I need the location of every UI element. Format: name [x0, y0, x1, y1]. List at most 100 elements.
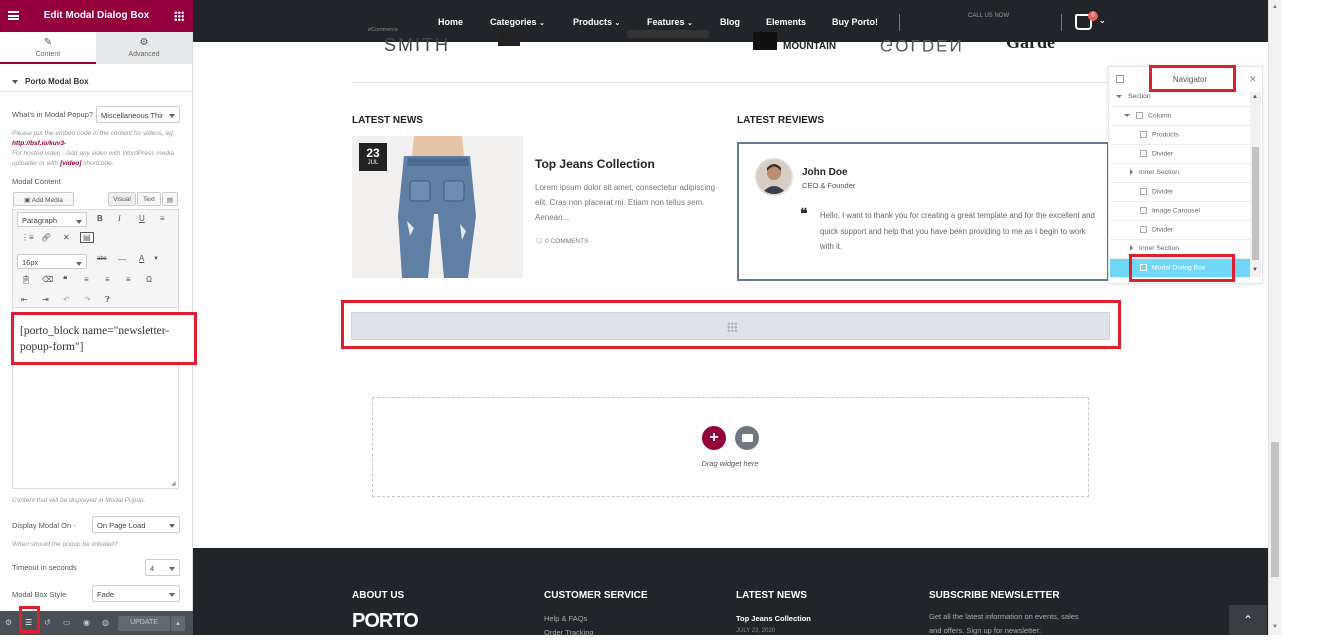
collapse-all-icon[interactable] — [1116, 75, 1124, 83]
navigator-item-divider[interactable]: Divider — [1110, 183, 1250, 202]
section-toggle-porto-modal-box[interactable]: Porto Modal Box — [0, 70, 193, 92]
review-text: Hello, I want to thank you for creating … — [820, 211, 1095, 251]
navigator-item-column[interactable]: Column — [1110, 107, 1250, 126]
align-center-icon[interactable]: ≡ — [105, 275, 110, 284]
person-icon — [757, 160, 791, 194]
scroll-up-arrow-icon[interactable]: ▲ — [1272, 4, 1278, 10]
nav-elements[interactable]: Elements — [766, 17, 806, 27]
box-style-select[interactable]: Fade — [92, 585, 180, 602]
brand-mountain[interactable]: MOUNTAIN — [783, 41, 836, 52]
news-title[interactable]: Top Jeans Collection — [535, 157, 655, 171]
brand-garde[interactable]: Garde — [1006, 32, 1055, 53]
italic-icon[interactable]: I — [118, 214, 121, 223]
navigator-item-image-carousel[interactable]: Image Carousel — [1110, 202, 1250, 221]
tab-advanced[interactable]: ⚙ Advanced — [96, 32, 192, 64]
brand-smith[interactable]: SMITH — [384, 35, 450, 55]
brand-golden[interactable]: GOLDEN — [880, 35, 964, 55]
color-dropdown-icon[interactable]: ▼ — [153, 256, 159, 262]
align-left-icon[interactable]: ≡ — [84, 275, 89, 284]
shortcode-text[interactable]: [porto_block name="newsletter-popup-form… — [20, 323, 190, 355]
footer-link-help[interactable]: Help & FAQs — [544, 612, 587, 626]
nav-features[interactable]: Features ⌄ — [647, 17, 693, 27]
nav-products[interactable]: Products ⌄ — [573, 17, 620, 27]
content-note: Content that will be displayed in Modal … — [12, 497, 146, 504]
strikethrough-icon[interactable]: abc — [97, 256, 107, 262]
special-char-icon[interactable]: Ω — [146, 275, 152, 284]
navigator-item-products[interactable]: Products — [1110, 126, 1250, 145]
font-size-select[interactable]: 16px — [17, 254, 87, 269]
navigator-scrollbar-thumb[interactable] — [1252, 147, 1259, 260]
scroll-down-arrow-icon[interactable]: ▼ — [1272, 624, 1278, 630]
kitchen-sink-icon[interactable]: ▤ — [80, 232, 94, 243]
caret-right-icon — [1130, 245, 1133, 252]
navigator-item-section[interactable]: Section — [1110, 88, 1250, 107]
text-tab[interactable]: Text — [137, 192, 161, 206]
modal-popup-select[interactable]: Miscellaneous Thir — [96, 106, 180, 123]
ordered-list-icon[interactable]: ⋮≡ — [21, 233, 34, 242]
editor-panel: Edit Modal Dialog Box ✎ Content ⚙ Advanc… — [0, 0, 197, 635]
paragraph-format-select[interactable]: Paragraph — [17, 212, 87, 227]
update-button[interactable]: UPDATE — [118, 616, 170, 631]
close-icon[interactable]: ✕ — [1249, 74, 1257, 85]
nav-home[interactable]: Home — [438, 17, 463, 27]
navigator-button-highlight — [19, 606, 40, 633]
clear-format-icon[interactable]: ⌫ — [42, 275, 53, 284]
scrollbar-thumb[interactable] — [1271, 442, 1279, 577]
navigator-item-divider[interactable]: Divider — [1110, 145, 1250, 164]
scroll-up-arrow-icon[interactable]: ▲ — [1252, 94, 1258, 100]
display-on-select[interactable]: On Page Load — [92, 516, 180, 533]
fullscreen-icon[interactable]: ✕ — [63, 233, 70, 242]
embed-link[interactable]: http://bsf.io/kuv3- — [12, 140, 66, 147]
scroll-to-top-button[interactable]: ⌃ — [1229, 605, 1267, 635]
underline-icon[interactable]: U — [139, 214, 145, 223]
widget-drop-zone[interactable] — [372, 397, 1089, 497]
page-scrollbar[interactable]: ▲ ▼ — [1268, 0, 1281, 635]
list-icon[interactable]: ≡ — [160, 214, 165, 223]
nav-buy-porto[interactable]: Buy Porto! — [832, 17, 878, 27]
help-icon[interactable]: ❓︎ — [105, 295, 110, 305]
align-right-icon[interactable]: ≡ — [126, 275, 131, 284]
text-color-icon[interactable]: A — [139, 254, 144, 263]
navigator-scrollbar[interactable]: ▲ ▼ — [1250, 92, 1261, 277]
visual-tab[interactable]: Visual — [108, 192, 136, 206]
indent-icon[interactable]: ⇥ — [42, 295, 49, 304]
chevron-up-icon: ⌃ — [1242, 613, 1254, 627]
add-media-button[interactable]: ▣ Add Media — [13, 192, 74, 206]
timeout-input[interactable]: 4 — [145, 559, 180, 576]
widgets-grid-icon[interactable] — [174, 11, 184, 21]
drag-handle-icon[interactable] — [727, 322, 737, 332]
navigator-item-divider[interactable]: Divider — [1110, 221, 1250, 240]
footer-link-order-tracking[interactable]: Order Tracking — [544, 626, 594, 640]
tab-content[interactable]: ✎ Content — [0, 32, 96, 64]
outdent-icon[interactable]: ⇤ — [21, 295, 28, 304]
news-comments[interactable]: 🗨︎ 0 COMMENTS — [535, 237, 588, 245]
chevron-down-icon[interactable]: ⌄ — [1099, 16, 1106, 25]
redo-icon[interactable]: ↷ — [84, 295, 91, 304]
update-options-button[interactable]: ▴ — [171, 616, 185, 631]
preview-eye-icon[interactable]: ◉ — [83, 618, 90, 627]
history-icon[interactable]: ↺ — [44, 618, 51, 627]
brand-logo-bar[interactable] — [627, 30, 709, 38]
bold-icon[interactable]: B — [97, 214, 103, 223]
horizontal-line-icon[interactable]: — — [118, 255, 126, 264]
paste-icon[interactable]: 📋︎ — [21, 275, 31, 284]
brand-logo-mark[interactable] — [498, 30, 520, 46]
scroll-down-arrow-icon[interactable]: ▼ — [1252, 267, 1258, 273]
link-icon[interactable]: 🔗︎ — [41, 233, 51, 242]
add-section-button[interactable]: + — [702, 426, 726, 450]
brand-mountain-mark — [753, 32, 777, 50]
navigator-item-inner-section[interactable]: Inner Section — [1110, 164, 1250, 183]
template-library-button[interactable] — [735, 426, 759, 450]
quote-icon[interactable]: ❝ — [63, 275, 67, 284]
timeout-label: Timeout in seconds — [12, 563, 77, 572]
toolbar-toggle-icon[interactable]: ▤ — [162, 192, 178, 206]
nav-blog[interactable]: Blog — [720, 17, 740, 27]
undo-icon[interactable]: ↶ — [63, 295, 70, 304]
porto-icon[interactable]: ◍ — [102, 618, 109, 627]
responsive-icon[interactable]: ▭ — [63, 618, 71, 627]
porto-logo[interactable]: PORTO — [352, 610, 419, 633]
modal-dialog-widget-placeholder[interactable] — [351, 312, 1110, 340]
resize-handle-icon[interactable]: ◢ — [171, 480, 176, 487]
settings-icon[interactable]: ⚙ — [5, 618, 12, 627]
nav-categories[interactable]: Categories ⌄ — [490, 17, 545, 27]
